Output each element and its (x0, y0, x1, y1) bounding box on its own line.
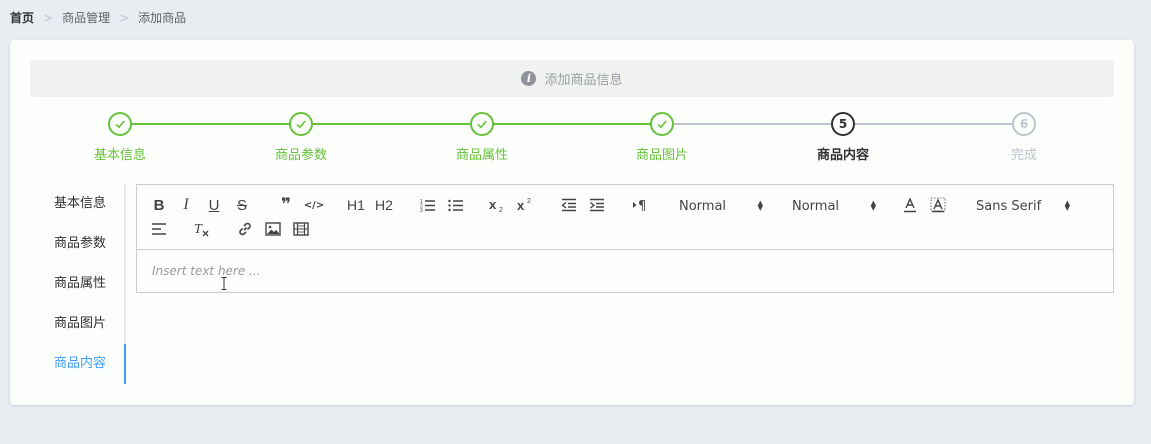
check-icon (289, 112, 313, 136)
vertical-tabs: 基本信息 商品参数 商品属性 商品图片 商品内容 (30, 184, 126, 384)
svg-text:T: T (194, 222, 203, 237)
step-number: 5 (831, 112, 855, 136)
clear-format-icon[interactable]: T (192, 219, 212, 239)
step-goods-images: 商品图片 (602, 112, 722, 163)
header-picker-label: Normal (679, 198, 727, 214)
size-picker[interactable]: Normal ▲ ▼ (792, 195, 876, 217)
step-title: 商品属性 (455, 148, 508, 163)
step-goods-attrs: 商品属性 (422, 112, 542, 163)
svg-text:x: x (489, 197, 497, 212)
italic-button[interactable]: I (179, 195, 193, 215)
size-picker-label: Normal (792, 198, 840, 214)
breadcrumb-separator-icon: > (119, 10, 130, 25)
background-color-icon[interactable] (929, 195, 947, 215)
step-goods-params: 商品参数 (241, 112, 361, 163)
text-cursor-icon (221, 275, 227, 290)
text-direction-icon[interactable]: ¶ (631, 195, 651, 215)
svg-text:3: 3 (420, 208, 423, 212)
svg-text:2: 2 (527, 198, 531, 205)
check-icon (108, 112, 132, 136)
font-picker[interactable]: Sans Serif ▲ ▼ (976, 195, 1070, 217)
tab-goods-attrs[interactable]: 商品属性 (30, 264, 124, 304)
step-title: 商品内容 (816, 148, 869, 163)
rich-text-editor: B I U S ❞ </> H1 H2 123 x2 x2 ¶ Normal ▲… (136, 184, 1114, 293)
step-basic-info: 基本信息 (60, 112, 180, 163)
superscript-icon[interactable]: x2 (517, 195, 535, 215)
steps-bar: 基本信息 商品参数 商品属性 商品图片 5 商品内容 6 完成 (10, 112, 1134, 172)
alert-text: 添加商品信息 (544, 73, 623, 88)
blockquote-button[interactable]: ❞ (278, 195, 294, 215)
strike-button[interactable]: S (235, 195, 249, 215)
text-color-icon[interactable] (901, 195, 919, 215)
bold-button[interactable]: B (152, 195, 166, 215)
tab-basic-info[interactable]: 基本信息 (30, 184, 124, 224)
header-2-button[interactable]: H2 (374, 195, 394, 215)
underline-button[interactable]: U (207, 195, 221, 215)
picker-arrow-icon: ▲ ▼ (757, 199, 763, 212)
main-card: i 添加商品信息 基本信息 商品参数 商品属性 商品图片 5 商品内容 6 完成… (10, 40, 1134, 405)
picker-arrow-icon: ▲ ▼ (1064, 199, 1070, 212)
editor-toolbar: B I U S ❞ </> H1 H2 123 x2 x2 ¶ Normal ▲… (137, 185, 1113, 250)
picker-arrow-icon: ▲ ▼ (870, 199, 876, 212)
breadcrumb-separator-icon: > (43, 10, 54, 25)
breadcrumb-add-goods: 添加商品 (138, 11, 187, 25)
indent-icon[interactable] (588, 195, 606, 215)
breadcrumb-home[interactable]: 首页 (10, 9, 34, 26)
breadcrumb: 首页 > 商品管理 > 添加商品 (10, 9, 186, 26)
code-block-button[interactable]: </> (304, 195, 324, 215)
info-icon: i (521, 71, 537, 86)
step-goods-content: 5 商品内容 (783, 112, 903, 163)
svg-text:x: x (517, 198, 525, 213)
subscript-icon[interactable]: x2 (489, 195, 507, 215)
font-picker-label: Sans Serif (976, 198, 1042, 214)
check-icon (650, 112, 674, 136)
tab-goods-images[interactable]: 商品图片 (30, 304, 124, 344)
step-title: 商品参数 (274, 148, 327, 163)
step-title: 基本信息 (93, 148, 146, 163)
step-number: 6 (1012, 112, 1036, 136)
step-title: 完成 (1010, 148, 1037, 163)
svg-text:¶: ¶ (638, 199, 646, 212)
header-picker[interactable]: Normal ▲ ▼ (679, 195, 763, 217)
bullet-list-icon[interactable] (447, 195, 465, 215)
step-finish: 6 完成 (964, 112, 1084, 163)
outdent-icon[interactable] (560, 195, 578, 215)
tab-goods-params[interactable]: 商品参数 (30, 224, 124, 264)
tab-goods-content[interactable]: 商品内容 (30, 344, 126, 384)
header-1-button[interactable]: H1 (346, 195, 366, 215)
link-icon[interactable] (236, 219, 254, 239)
ordered-list-icon[interactable]: 123 (419, 195, 437, 215)
align-left-icon[interactable] (150, 219, 168, 239)
svg-text:2: 2 (499, 207, 503, 213)
video-icon[interactable] (292, 219, 310, 239)
editor-content-area[interactable]: Insert text here ... (137, 251, 1113, 292)
step-title: 商品图片 (635, 148, 688, 163)
breadcrumb-goods-management: 商品管理 (62, 11, 111, 25)
check-icon (470, 112, 494, 136)
image-icon[interactable] (264, 219, 282, 239)
info-alert: i 添加商品信息 (30, 60, 1114, 97)
